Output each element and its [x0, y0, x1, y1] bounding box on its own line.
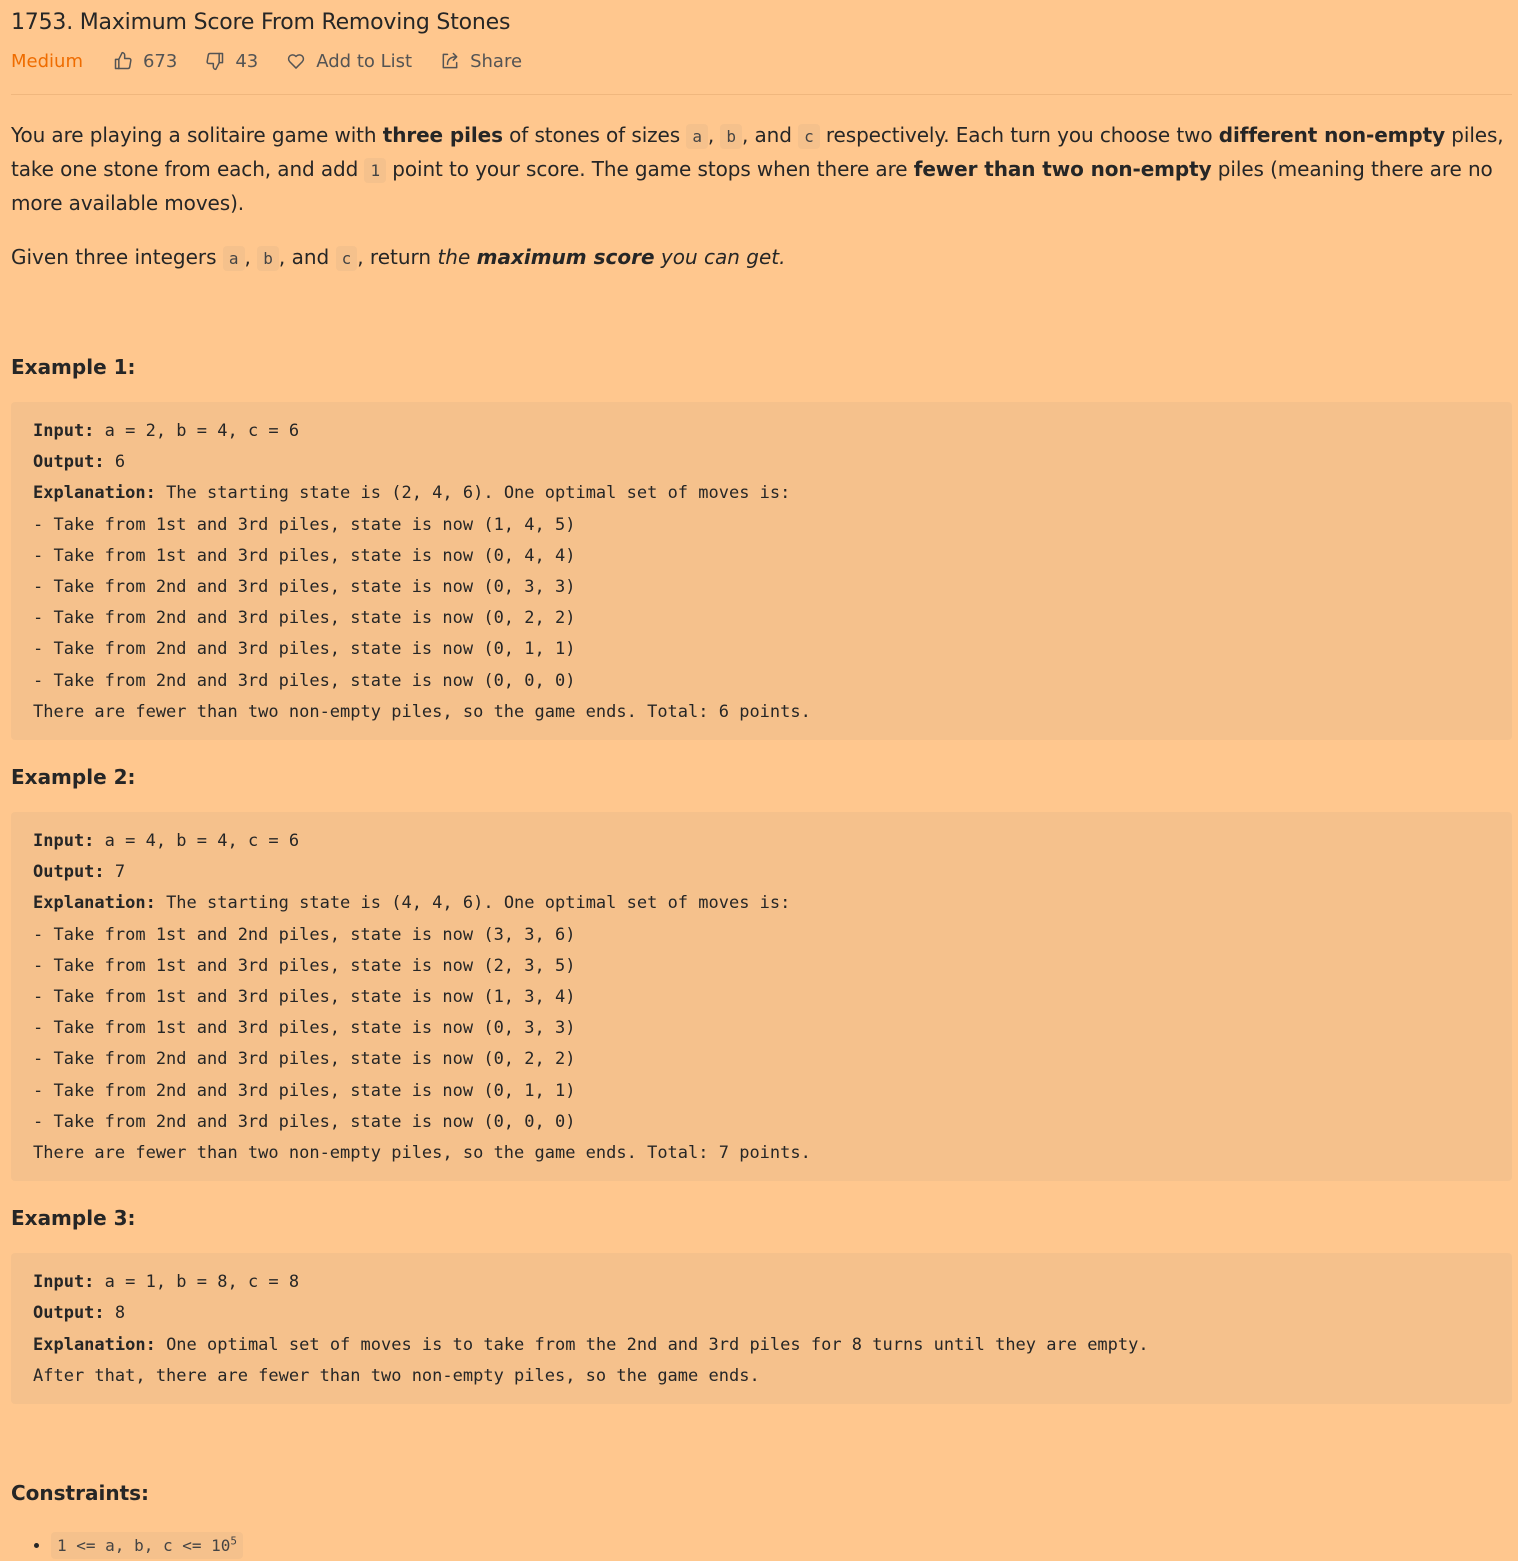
difficulty-badge: Medium — [11, 50, 83, 72]
desc-text: , — [707, 123, 721, 147]
input-label: Input: — [33, 421, 95, 441]
share-icon — [442, 52, 458, 69]
output-label: Output: — [33, 862, 105, 883]
desc-text: , and — [741, 123, 799, 147]
output-value: 7 — [104, 862, 126, 883]
explanation-label: Explanation: — [33, 483, 156, 504]
problem-title: 1753. Maximum Score From Removing Stones — [11, 10, 511, 35]
like-button[interactable]: 673 — [113, 51, 177, 72]
description-paragraph-2: Given three integers a, b, and c, return… — [11, 241, 1512, 275]
desc-text: Given three integers — [11, 245, 223, 269]
input-value: a = 2, b = 4, c = 6 — [94, 421, 300, 441]
output-value: 8 — [104, 1303, 126, 1324]
constraint-item: 1 <= a, b, c <= 105 — [51, 1527, 1512, 1561]
dislike-button[interactable]: 43 — [205, 51, 258, 72]
desc-italic: the — [437, 245, 477, 269]
desc-text: , and — [278, 245, 336, 269]
like-count: 673 — [142, 50, 178, 72]
thumbs-down-icon — [206, 52, 224, 71]
share-label: Share — [470, 50, 523, 72]
heart-icon — [288, 54, 305, 69]
desc-bold-italic: maximum score — [476, 245, 655, 269]
explanation-text: The starting state is (2, 4, 6). One opt… — [33, 483, 811, 722]
constraints-title: Constraints: — [11, 1481, 150, 1506]
problem-meta-bar: Medium 673 43 Add to List Share — [11, 41, 1512, 81]
inline-code-b: b — [720, 124, 742, 149]
add-to-list-label: Add to List — [316, 50, 413, 72]
explanation-label: Explanation: — [33, 1334, 156, 1355]
desc-bold: fewer than two non-empty — [913, 157, 1212, 181]
example-3-block: Input: a = 1, b = 8, c = 8 Output: 8 Exp… — [11, 1253, 1512, 1405]
output-label: Output: — [33, 1303, 105, 1324]
constraint-code: 1 <= a, b, c <= 105 — [51, 1532, 244, 1560]
inline-code-c: c — [798, 124, 820, 149]
thumbs-up-icon — [114, 51, 132, 70]
explanation-text: The starting state is (4, 4, 6). One opt… — [33, 893, 811, 1164]
input-value: a = 4, b = 4, c = 6 — [94, 831, 300, 852]
desc-text: of stones of sizes — [502, 123, 687, 147]
input-label: Input: — [33, 831, 95, 852]
output-label: Output: — [33, 452, 105, 473]
description-paragraph-1: You are playing a solitaire game with th… — [11, 119, 1512, 220]
problem-page: 1753. Maximum Score From Removing Stones… — [0, 0, 1518, 1561]
explanation-text: One optimal set of moves is to take from… — [33, 1334, 1149, 1386]
example-3-title: Example 3: — [11, 1206, 136, 1231]
inline-code-a: a — [222, 246, 245, 271]
inline-code-a: a — [686, 124, 708, 149]
desc-bold: different non-empty — [1218, 123, 1446, 147]
desc-text: point to your score. The game stops when… — [386, 157, 914, 181]
output-value: 6 — [104, 452, 126, 473]
constraint-exponent: 5 — [230, 1535, 238, 1549]
desc-italic: you can get. — [654, 245, 786, 269]
example-1-block: Input: a = 2, b = 4, c = 6 Output: 6 Exp… — [11, 402, 1512, 741]
explanation-label: Explanation: — [33, 893, 156, 914]
inline-code-b: b — [257, 246, 279, 271]
header-divider — [11, 94, 1512, 95]
desc-bold: three piles — [382, 123, 503, 147]
input-label: Input: — [33, 1272, 95, 1293]
share-button[interactable]: Share — [440, 51, 522, 72]
desc-text: , return — [357, 245, 438, 269]
example-2-title: Example 2: — [11, 765, 136, 790]
constraints-list: 1 <= a, b, c <= 105 — [11, 1527, 1512, 1561]
example-2-block: Input: a = 4, b = 4, c = 6 Output: 7 Exp… — [11, 812, 1512, 1182]
inline-code-1: 1 — [364, 158, 387, 183]
desc-text: respectively. Each turn you choose two — [819, 123, 1219, 147]
dislike-count: 43 — [235, 50, 259, 72]
example-1-title: Example 1: — [11, 355, 136, 379]
inline-code-c: c — [335, 246, 358, 271]
add-to-list-button[interactable]: Add to List — [286, 51, 412, 72]
input-value: a = 1, b = 8, c = 8 — [94, 1272, 300, 1293]
desc-text: You are playing a solitaire game with — [11, 123, 383, 147]
desc-text: , — [244, 245, 258, 269]
